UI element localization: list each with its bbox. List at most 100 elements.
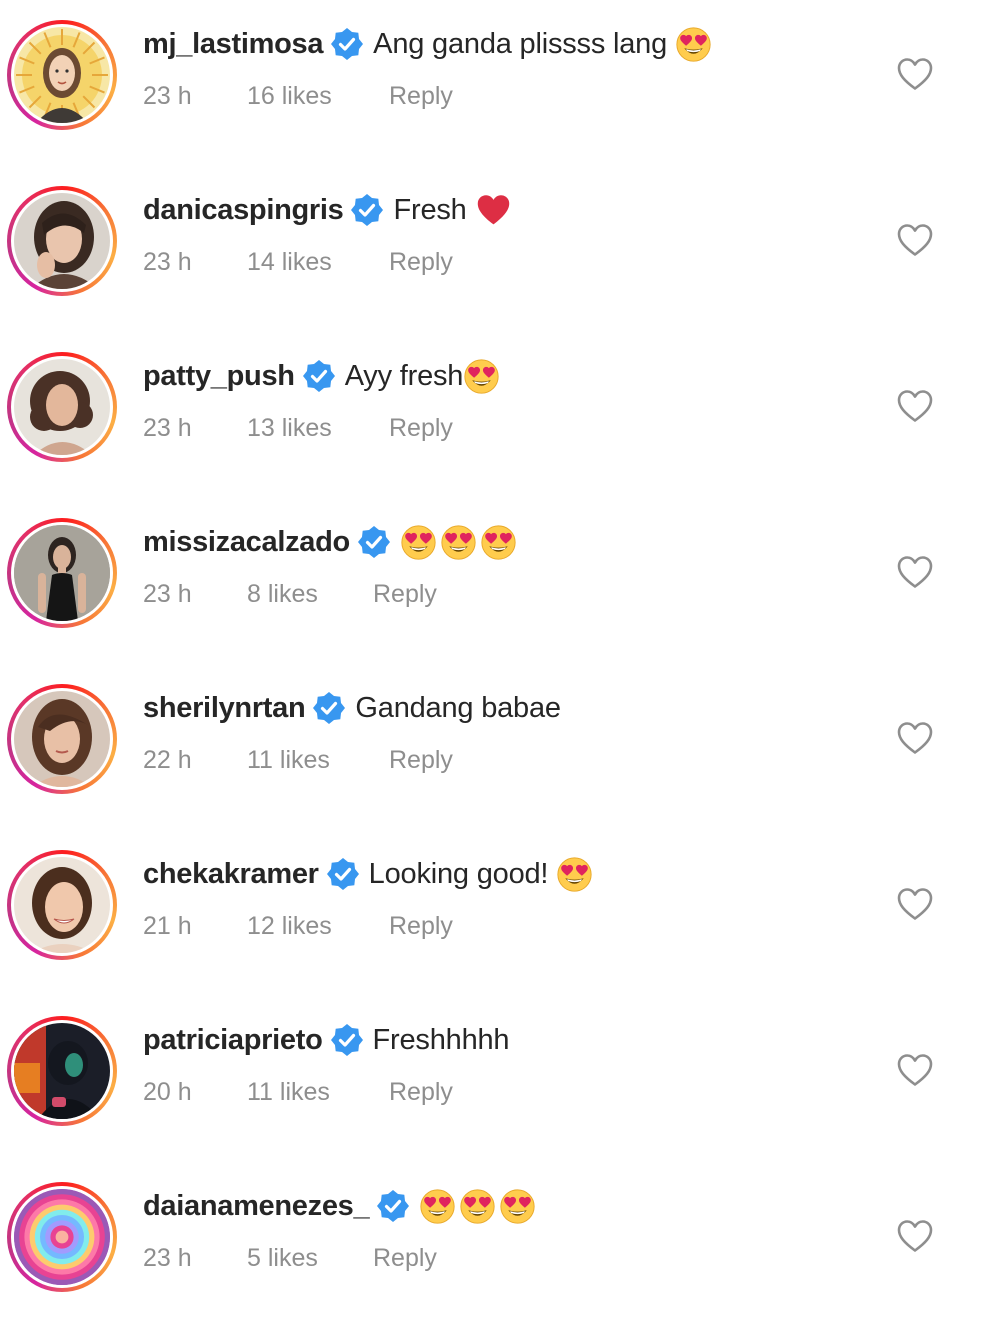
heart-eyes-emoji-icon [480, 524, 517, 561]
comment-body: sherilynrtan Gandang babae [143, 688, 561, 728]
comment-list: mj_lastimosa Ang ganda plissss lang 23 h 16… [0, 0, 987, 1297]
reply-button[interactable]: Reply [389, 82, 453, 111]
username-link[interactable]: danicaspingris [143, 190, 344, 230]
reply-button[interactable]: Reply [373, 580, 437, 609]
comment-row: missizacalzado 23 h 8 likes Reply [0, 498, 987, 664]
username-link[interactable]: sherilynrtan [143, 688, 306, 728]
likes-count-link[interactable]: 12 likes [247, 912, 389, 941]
likes-count-link[interactable]: 8 likes [247, 580, 373, 609]
verified-badge-icon [313, 692, 346, 724]
username-link[interactable]: chekakramer [143, 854, 319, 894]
avatar[interactable] [7, 1016, 117, 1126]
reply-button[interactable]: Reply [389, 248, 453, 277]
likes-count-link[interactable]: 11 likes [247, 1078, 389, 1107]
like-comment-button[interactable] [896, 222, 934, 258]
comment-text: Fresh [393, 194, 467, 226]
likes-count-link[interactable]: 5 likes [247, 1244, 373, 1273]
reply-button[interactable]: Reply [389, 414, 453, 443]
reply-button[interactable]: Reply [389, 746, 453, 775]
comment-timestamp: 23 h [143, 1243, 192, 1272]
avatar[interactable] [7, 850, 117, 960]
username-link[interactable]: patty_push [143, 356, 295, 396]
heart-eyes-emoji-icon [440, 524, 477, 561]
avatar-story-ring-gap [11, 1186, 113, 1288]
comment-body: chekakramer Looking good! [143, 854, 593, 894]
comment-meta: 23 h 8 likes Reply [143, 578, 437, 610]
heart-eyes-emoji-icon [556, 856, 593, 893]
comment-text: Freshhhhh [372, 1024, 510, 1056]
heart-eyes-emoji-icon [675, 26, 712, 63]
like-comment-button[interactable] [896, 388, 934, 424]
comment-row: patty_push Ayy fresh 23 h 13 likes Reply [0, 332, 987, 498]
comment-body: mj_lastimosa Ang ganda plissss lang [143, 24, 712, 64]
likes-count-link[interactable]: 14 likes [247, 248, 389, 277]
verified-badge-icon [357, 526, 390, 558]
comment-timestamp: 23 h [143, 81, 192, 110]
avatar-story-ring-gap [11, 356, 113, 458]
verified-badge-icon [326, 858, 359, 890]
heart-outline-icon [896, 1054, 934, 1091]
heart-eyes-emoji-icon [499, 1188, 536, 1225]
avatar-image [14, 1189, 110, 1285]
like-comment-button[interactable] [896, 1218, 934, 1254]
avatar[interactable] [7, 518, 117, 628]
heart-outline-icon [896, 58, 934, 95]
username-link[interactable]: missizacalzado [143, 522, 350, 562]
like-comment-button[interactable] [896, 886, 934, 922]
username-link[interactable]: daianamenezes_ [143, 1186, 370, 1226]
reply-button[interactable]: Reply [373, 1244, 437, 1273]
comment-text: Gandang babae [355, 692, 561, 724]
comment-body: daianamenezes_ [143, 1186, 536, 1226]
comment-meta: 23 h 16 likes Reply [143, 80, 453, 112]
reply-button[interactable]: Reply [389, 912, 453, 941]
reply-button[interactable]: Reply [389, 1078, 453, 1107]
avatar-image [14, 691, 110, 787]
comment-timestamp: 22 h [143, 745, 192, 774]
avatar-image [14, 1023, 110, 1119]
comment-meta: 22 h 11 likes Reply [143, 744, 453, 776]
verified-badge-icon [351, 194, 384, 226]
likes-count-link[interactable]: 11 likes [247, 746, 389, 775]
verified-badge-icon [331, 28, 364, 60]
avatar-story-ring-gap [11, 522, 113, 624]
heart-eyes-emoji-icon [419, 1188, 456, 1225]
comment-row: daianamenezes_ 23 h 5 likes Reply [0, 1162, 987, 1328]
like-comment-button[interactable] [896, 554, 934, 590]
avatar[interactable] [7, 352, 117, 462]
like-comment-button[interactable] [896, 56, 934, 92]
like-comment-button[interactable] [896, 720, 934, 756]
comment-timestamp: 23 h [143, 579, 192, 608]
comment-meta: 21 h 12 likes Reply [143, 910, 453, 942]
verified-badge-icon [377, 1190, 410, 1222]
heart-eyes-emoji-icon [459, 1188, 496, 1225]
heart-outline-icon [896, 722, 934, 759]
comment-row: sherilynrtan Gandang babae 22 h 11 likes Rep… [0, 664, 987, 830]
avatar[interactable] [7, 1182, 117, 1292]
likes-count-link[interactable]: 13 likes [247, 414, 389, 443]
avatar-image [14, 359, 110, 455]
avatar[interactable] [7, 20, 117, 130]
like-comment-button[interactable] [896, 1052, 934, 1088]
avatar-story-ring-gap [11, 1020, 113, 1122]
comment-timestamp: 23 h [143, 247, 192, 276]
comment-body: missizacalzado [143, 522, 517, 562]
heart-outline-icon [896, 556, 934, 593]
comment-body: patty_push Ayy fresh [143, 356, 500, 396]
avatar-image [14, 27, 110, 123]
comment-row: mj_lastimosa Ang ganda plissss lang 23 h 16… [0, 0, 987, 166]
username-link[interactable]: patriciaprieto [143, 1020, 323, 1060]
avatar[interactable] [7, 684, 117, 794]
heart-outline-icon [896, 390, 934, 427]
comment-text: Ang ganda plissss lang [373, 28, 668, 60]
heart-outline-icon [896, 1220, 934, 1257]
likes-count-link[interactable]: 16 likes [247, 82, 389, 111]
avatar[interactable] [7, 186, 117, 296]
verified-badge-icon [302, 360, 335, 392]
comment-body: patriciaprieto Freshhhhh [143, 1020, 510, 1060]
username-link[interactable]: mj_lastimosa [143, 24, 323, 64]
heart-eyes-emoji-icon [400, 524, 437, 561]
avatar-image [14, 525, 110, 621]
comment-timestamp: 23 h [143, 413, 192, 442]
comment-meta: 23 h 5 likes Reply [143, 1242, 437, 1274]
avatar-story-ring-gap [11, 190, 113, 292]
